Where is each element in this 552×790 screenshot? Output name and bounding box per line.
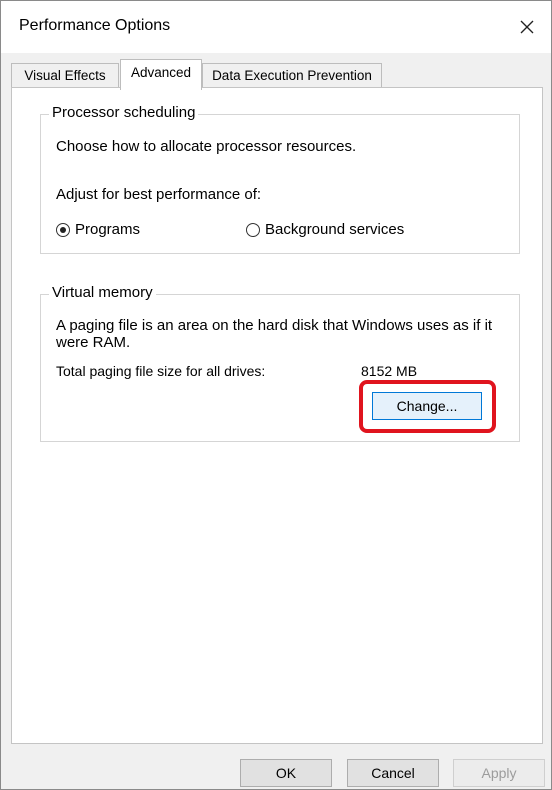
advanced-tab-panel: Processor scheduling Choose how to alloc… [11,87,543,744]
virtual-memory-label: Virtual memory [49,284,156,301]
programs-radio-label: Programs [75,221,141,238]
cancel-button[interactable]: Cancel [347,759,439,787]
apply-button[interactable]: Apply [453,759,545,787]
radio-unchecked-icon [246,222,260,237]
total-paging-label: Total paging file size for all drives: [56,363,266,379]
ok-button[interactable]: OK [240,759,332,787]
performance-options-window: Performance Options Visual Effects Advan… [0,0,552,790]
programs-radio[interactable]: Programs [56,221,140,238]
paging-file-description-line2: were RAM. [56,334,131,351]
tab-data-execution-prevention[interactable]: Data Execution Prevention [202,63,382,88]
total-paging-value: 8152 MB [361,363,418,379]
window-title: Performance Options [19,17,171,34]
change-button[interactable]: Change... [372,392,482,420]
tab-advanced[interactable]: Advanced [120,59,202,90]
tab-visual-effects[interactable]: Visual Effects [11,63,119,88]
processor-description: Choose how to allocate processor resourc… [56,138,357,155]
background-services-radio-label: Background services [265,221,405,238]
processor-scheduling-group: Processor scheduling Choose how to alloc… [40,104,520,254]
background-services-radio[interactable]: Background services [246,221,404,238]
title-bar: Performance Options [1,1,551,53]
close-icon [520,20,534,34]
paging-file-description-line1: A paging file is an area on the hard dis… [56,317,493,334]
adjust-performance-label: Adjust for best performance of: [56,186,262,203]
processor-scheduling-label: Processor scheduling [49,104,199,121]
radio-checked-icon [56,222,70,237]
close-button[interactable] [507,7,547,47]
